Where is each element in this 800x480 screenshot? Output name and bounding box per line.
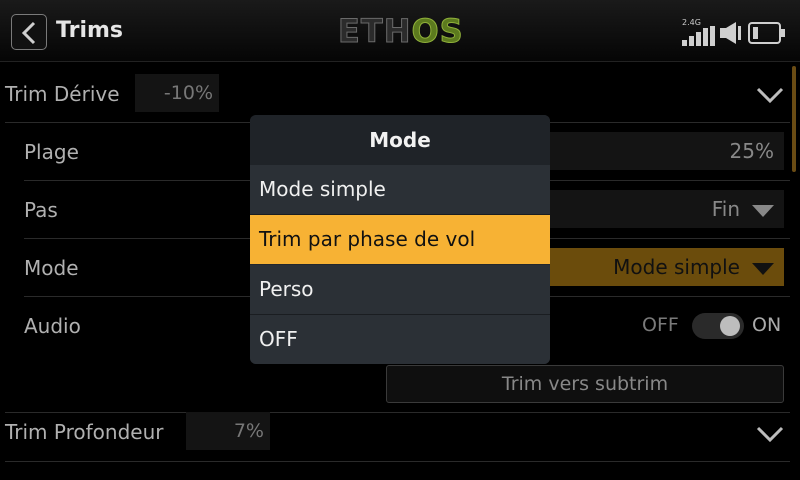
- header-divider: [0, 61, 800, 62]
- plage-label: Plage: [24, 140, 79, 164]
- trim-profondeur-value[interactable]: 7%: [186, 412, 270, 450]
- battery-icon: [748, 22, 785, 44]
- pas-label: Pas: [24, 198, 58, 222]
- ethos-logo: ETHOS: [337, 12, 464, 51]
- back-button[interactable]: [11, 14, 47, 50]
- trim-profondeur-label: Trim Profondeur: [5, 420, 164, 444]
- row-divider: [5, 461, 790, 462]
- audio-off-label: OFF: [642, 314, 679, 336]
- speaker-icon: [720, 22, 741, 44]
- mode-option-simple[interactable]: Mode simple: [250, 165, 550, 214]
- mode-option-perso[interactable]: Perso: [250, 265, 550, 314]
- mode-selection-dialog: Mode Mode simple Trim par phase de vol P…: [250, 115, 550, 364]
- audio-label: Audio: [24, 314, 81, 338]
- page-title: Trims: [56, 18, 123, 43]
- trim-derive-label: Trim Dérive: [5, 82, 120, 106]
- row-divider: [5, 412, 790, 413]
- trim-derive-value[interactable]: -10%: [135, 74, 219, 112]
- mode-label: Mode: [24, 256, 79, 280]
- dropdown-arrow-icon: [752, 204, 774, 217]
- back-arrow-icon: [21, 21, 36, 45]
- dialog-title: Mode: [250, 115, 550, 165]
- dropdown-arrow-icon: [752, 262, 774, 275]
- mode-option-off[interactable]: OFF: [250, 315, 550, 364]
- audio-on-label: ON: [752, 314, 782, 336]
- scrollbar[interactable]: [792, 66, 796, 172]
- trim-to-subtrim-button[interactable]: Trim vers subtrim: [386, 365, 784, 403]
- header-bar: Trims ETHOS 2.4G: [0, 0, 800, 62]
- mode-option-flight-phase[interactable]: Trim par phase de vol: [250, 215, 550, 264]
- chevron-down-icon[interactable]: [756, 425, 784, 443]
- signal-bars-icon: [682, 26, 715, 46]
- audio-toggle[interactable]: [692, 313, 744, 339]
- chevron-down-icon[interactable]: [756, 86, 784, 104]
- toggle-knob: [720, 316, 740, 336]
